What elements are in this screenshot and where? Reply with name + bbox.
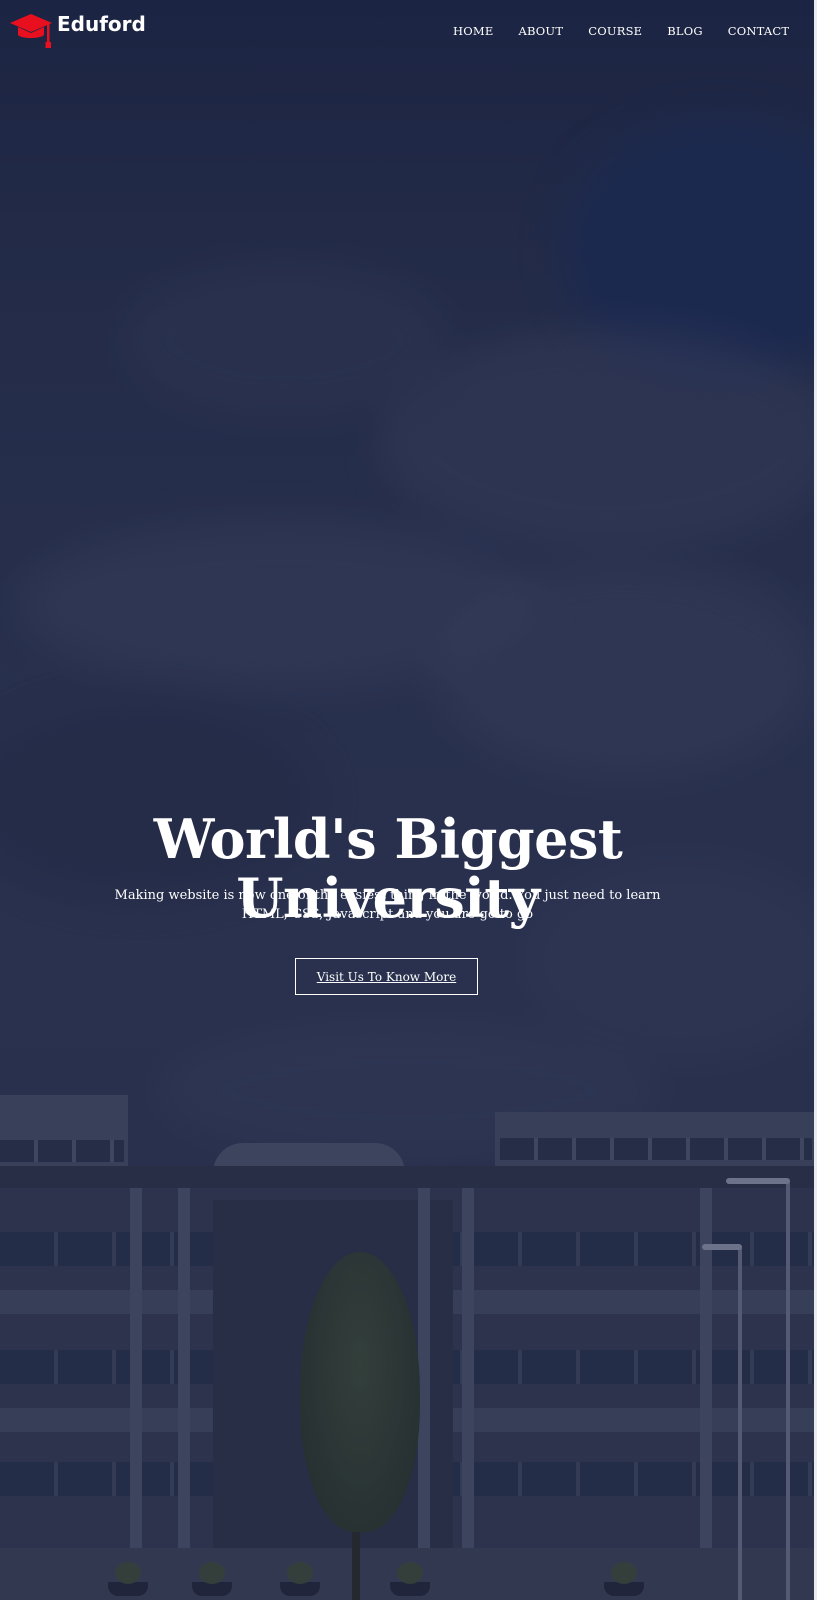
site-header: Eduford HOME ABOUT COURSE BLOG CONTACT [0,0,817,62]
nav-item-home[interactable]: HOME [453,24,493,38]
brand-logo[interactable]: Eduford [9,10,146,50]
nav-item-blog[interactable]: BLOG [667,24,703,38]
nav-item-course[interactable]: COURSE [588,24,642,38]
visit-us-button[interactable]: Visit Us To Know More [295,958,478,995]
hero-overlay [0,0,817,1600]
nav-item-contact[interactable]: CONTACT [728,24,790,38]
brand-name: Eduford [57,12,146,36]
hero-subtitle: Making website is now one of the easiest… [114,888,661,922]
nav-item-about[interactable]: ABOUT [518,24,563,38]
graduation-cap-icon [10,14,52,48]
main-nav: HOME ABOUT COURSE BLOG CONTACT [453,24,814,38]
hero-background-image [0,0,817,1600]
